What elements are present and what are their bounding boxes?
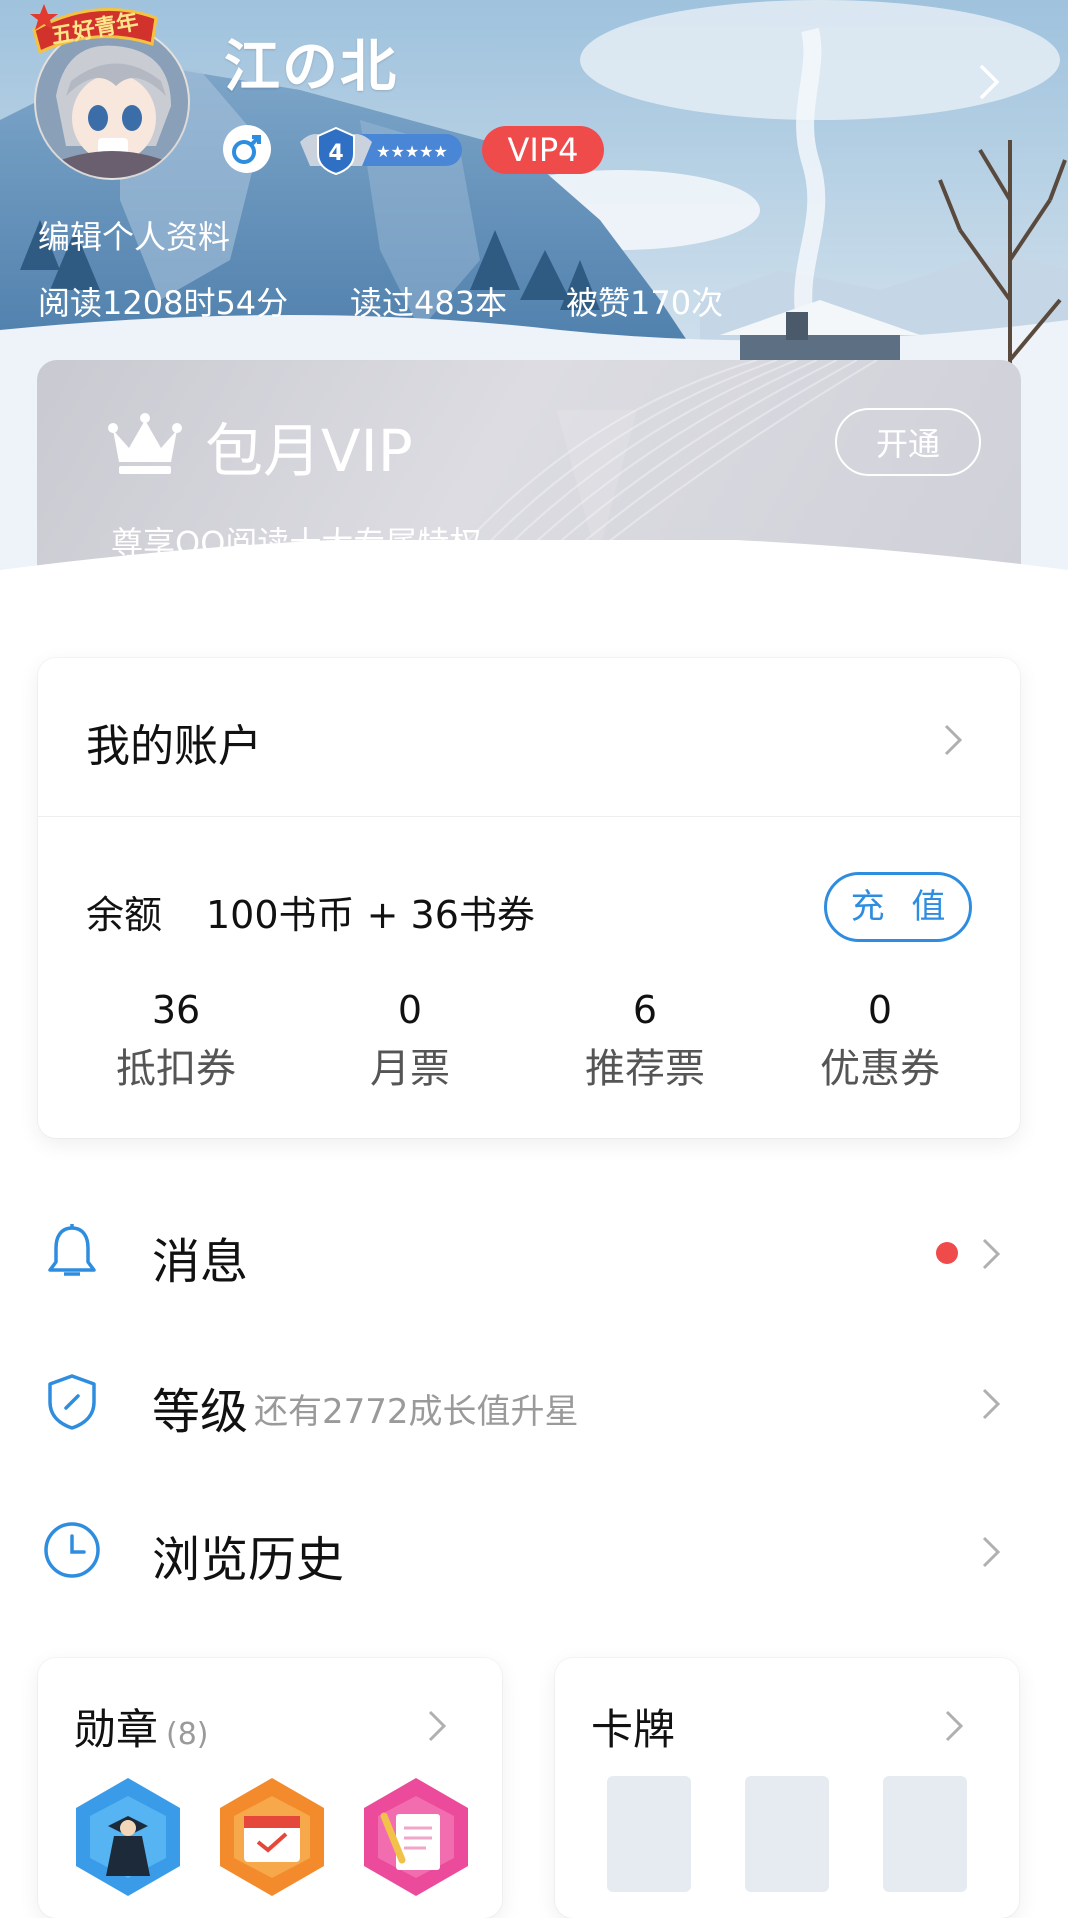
messages-label: 消息 xyxy=(152,1234,249,1290)
ticket-value: 0 xyxy=(867,988,893,1032)
level-label: 等级 xyxy=(152,1384,249,1440)
cards-chevron-right-icon[interactable] xyxy=(943,1706,965,1746)
level-star-badge[interactable]: 4 ★★★★★ xyxy=(296,124,466,176)
ticket-monthly[interactable]: 0 月票 xyxy=(310,988,510,1094)
vip-card-title: 包月VIP xyxy=(205,417,413,485)
account-chevron-right-icon[interactable] xyxy=(942,720,964,760)
ticket-value: 0 xyxy=(397,988,423,1032)
chevron-right-icon xyxy=(982,1238,1001,1270)
ticket-recommend[interactable]: 6 推荐票 xyxy=(545,988,745,1094)
ticket-label: 推荐票 xyxy=(585,1046,705,1092)
medals-count: (8) xyxy=(166,1717,209,1752)
books-read-stat: 读过483本 xyxy=(350,284,508,322)
writing-medal-icon[interactable] xyxy=(356,1776,476,1898)
reading-time-stat: 阅读1208时54分 xyxy=(38,284,289,322)
cards-card[interactable]: 卡牌 xyxy=(555,1658,1019,1918)
profile-header: 五好青年 江の北 4 ★★★★★ VIP4 编辑个人资料 阅读1208时54分 … xyxy=(0,0,1068,600)
my-account-title[interactable]: 我的账户 xyxy=(86,710,262,774)
my-account-card: 我的账户 余额 100书币 + 36书券 充 值 36 抵扣券 0 月票 6 推… xyxy=(38,658,1020,1138)
balance-label: 余额 xyxy=(86,893,163,937)
medals-title: 勋章 (8) xyxy=(74,1696,209,1757)
shield-icon xyxy=(48,1374,96,1430)
chevron-right-icon xyxy=(982,1536,1001,1568)
balance-value: 100书币 + 36书券 xyxy=(206,893,535,937)
medals-card[interactable]: 勋章 (8) xyxy=(38,1658,502,1918)
medals-chevron-right-icon[interactable] xyxy=(426,1706,448,1746)
level-hint: 还有2772成长值升星 xyxy=(254,1392,579,1432)
menu-item-messages[interactable]: 消息 xyxy=(0,1200,1068,1300)
ticket-value: 6 xyxy=(632,988,658,1032)
cards-title: 卡牌 xyxy=(591,1705,676,1754)
card-placeholder[interactable] xyxy=(745,1776,829,1892)
crown-icon xyxy=(108,413,182,474)
header-curve-divider xyxy=(0,540,1068,600)
card-placeholder[interactable] xyxy=(607,1776,691,1892)
svg-text:★★★★★: ★★★★★ xyxy=(376,142,448,161)
graduate-medal-icon[interactable] xyxy=(68,1776,188,1898)
edit-profile-link[interactable]: 编辑个人资料 xyxy=(38,212,230,258)
recharge-button[interactable]: 充 值 xyxy=(824,872,972,942)
calendar-medal-icon[interactable] xyxy=(212,1776,332,1898)
good-youth-badge: 五好青年 xyxy=(26,0,164,56)
history-label: 浏览历史 xyxy=(152,1532,345,1588)
profile-chevron-right-icon[interactable] xyxy=(975,62,1003,102)
username: 江の北 xyxy=(224,35,398,100)
medals-title-text: 勋章 xyxy=(74,1705,159,1754)
menu-item-history[interactable]: 浏览历史 xyxy=(0,1498,1068,1598)
ticket-value: 36 xyxy=(151,988,201,1032)
level-number: 4 xyxy=(328,141,343,166)
vip-level-badge[interactable]: VIP4 xyxy=(482,126,604,174)
ticket-label: 月票 xyxy=(370,1046,450,1092)
chevron-right-icon xyxy=(982,1388,1001,1420)
menu-item-level[interactable]: 等级 还有2772成长值升星 xyxy=(0,1350,1068,1450)
ticket-coupon[interactable]: 0 优惠券 xyxy=(780,988,980,1094)
ticket-deduction[interactable]: 36 抵扣券 xyxy=(76,988,276,1094)
card-placeholder[interactable] xyxy=(883,1776,967,1892)
likes-stat: 被赞170次 xyxy=(566,284,724,322)
unread-dot xyxy=(936,1242,958,1264)
clock-icon xyxy=(44,1522,100,1578)
male-gender-icon xyxy=(223,125,271,173)
open-vip-button[interactable]: 开通 xyxy=(835,408,981,476)
account-divider xyxy=(38,816,1020,817)
bell-icon xyxy=(48,1224,96,1276)
ticket-label: 抵扣券 xyxy=(116,1046,236,1092)
ticket-label: 优惠券 xyxy=(820,1046,940,1092)
